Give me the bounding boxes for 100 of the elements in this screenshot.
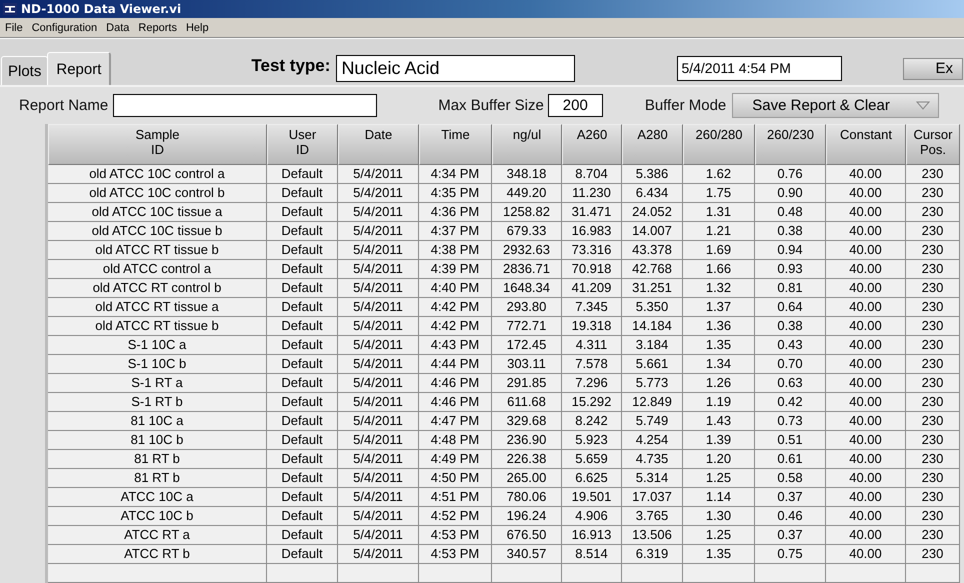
column-header[interactable]: A260 (562, 124, 622, 165)
table-cell: 5.314 (622, 469, 683, 488)
buffer-mode-label: Buffer Mode (644, 97, 726, 114)
column-header[interactable]: A280 (622, 124, 683, 165)
table-cell: 4:44 PM (419, 355, 492, 374)
column-header[interactable]: Constant (826, 124, 906, 165)
column-header[interactable]: 260/230 (755, 124, 826, 165)
table-cell: 0.37 (755, 526, 826, 545)
column-header[interactable]: Date (338, 124, 419, 165)
table-cell: 4:39 PM (419, 260, 492, 279)
table-cell: 1.35 (683, 336, 755, 355)
table-cell: 172.45 (492, 336, 562, 355)
table-cell: 4.311 (562, 336, 622, 355)
table-cell: 4:35 PM (419, 184, 492, 203)
table-cell: 303.11 (492, 355, 562, 374)
table-cell: 5.386 (622, 165, 683, 184)
table-cell: 40.00 (826, 241, 906, 260)
window-title: ND-1000 Data Viewer.vi (21, 2, 182, 16)
table-cell: 5/4/2011 (338, 355, 419, 374)
table-cell: 291.85 (492, 374, 562, 393)
table-cell: 1648.34 (492, 279, 562, 298)
exit-button[interactable]: Ex (903, 58, 964, 80)
table-cell: Default (267, 450, 338, 469)
table-cell: 40.00 (826, 355, 906, 374)
column-header[interactable]: User ID (267, 124, 338, 165)
table-cell: 0.42 (755, 393, 826, 412)
table-cell: 340.57 (492, 545, 562, 564)
table-cell: 226.38 (492, 450, 562, 469)
table-cell: Default (267, 374, 338, 393)
table-cell: 5/4/2011 (338, 526, 419, 545)
test-type-field[interactable]: Nucleic Acid (336, 55, 576, 82)
table-cell: 6.319 (622, 545, 683, 564)
table-cell: old ATCC 10C tissue a (48, 203, 267, 222)
max-buffer-size-field[interactable]: 200 (548, 94, 603, 117)
table-cell: 81 10C b (48, 431, 267, 450)
column-header[interactable]: 260/280 (683, 124, 755, 165)
table-cell: 4:34 PM (419, 165, 492, 184)
buffer-mode-dropdown[interactable]: Save Report & Clear (732, 93, 940, 118)
table-cell: 0.51 (755, 431, 826, 450)
table-cell: Default (267, 526, 338, 545)
report-name-field[interactable] (113, 94, 378, 117)
table-cell: 230 (906, 279, 960, 298)
column-header[interactable]: Cursor Pos. (906, 124, 960, 165)
table-cell: 230 (906, 260, 960, 279)
table-cell: 16.913 (562, 526, 622, 545)
table-cell: 230 (906, 336, 960, 355)
table-cell: 5/4/2011 (338, 184, 419, 203)
table-cell: old ATCC 10C control a (48, 165, 267, 184)
table-cell: old ATCC RT tissue a (48, 298, 267, 317)
max-buffer-size-label: Max Buffer Size (438, 97, 544, 114)
table-cell: 5/4/2011 (338, 222, 419, 241)
datetime-field[interactable]: 5/4/2011 4:54 PM (677, 56, 842, 81)
table-cell: 3.184 (622, 336, 683, 355)
menu-item[interactable]: File (5, 22, 23, 34)
column-header[interactable]: ng/ul (492, 124, 562, 165)
table-cell: 7.296 (562, 374, 622, 393)
table-cell: 17.037 (622, 488, 683, 507)
table-cell: 14.007 (622, 222, 683, 241)
tab[interactable]: Plots (1, 56, 48, 85)
table-cell: 1.19 (683, 393, 755, 412)
table-cell: Default (267, 317, 338, 336)
table-cell: 0.63 (755, 374, 826, 393)
table-cell: 4:36 PM (419, 203, 492, 222)
column-header[interactable]: Time (419, 124, 492, 165)
table-cell: 40.00 (826, 279, 906, 298)
table-cell: 0.61 (755, 450, 826, 469)
table-cell: ATCC RT a (48, 526, 267, 545)
table-cell: 0.73 (755, 412, 826, 431)
table-cell: Default (267, 507, 338, 526)
table-cell: 81 10C a (48, 412, 267, 431)
table-cell: 81 RT b (48, 450, 267, 469)
menu-item[interactable]: Help (186, 22, 209, 34)
table-cell: 8.704 (562, 165, 622, 184)
menu-item[interactable]: Data (106, 22, 130, 34)
table-cell: 5/4/2011 (338, 260, 419, 279)
table-cell: 1.14 (683, 488, 755, 507)
table-cell: Default (267, 222, 338, 241)
table-cell: 230 (906, 317, 960, 336)
table-cell: 265.00 (492, 469, 562, 488)
table-cell: 16.983 (562, 222, 622, 241)
table-cell: 449.20 (492, 184, 562, 203)
table-cell: 329.68 (492, 412, 562, 431)
table-cell: 4:42 PM (419, 317, 492, 336)
table-cell: 42.768 (622, 260, 683, 279)
table-cell: 40.00 (826, 298, 906, 317)
column-header[interactable]: Sample ID (48, 124, 267, 165)
tab[interactable]: Report (47, 52, 112, 85)
table-cell: Default (267, 545, 338, 564)
table-cell: 3.765 (622, 507, 683, 526)
menu-item[interactable]: Reports (138, 22, 177, 34)
table-cell: 5/4/2011 (338, 412, 419, 431)
table-cell: S-1 10C b (48, 355, 267, 374)
table-cell: 4:49 PM (419, 450, 492, 469)
table-cell: 348.18 (492, 165, 562, 184)
table-cell: 12.849 (622, 393, 683, 412)
table-cell: 1.25 (683, 469, 755, 488)
table-cell: 5/4/2011 (338, 507, 419, 526)
table-cell: 4.906 (562, 507, 622, 526)
menu-item[interactable]: Configuration (32, 22, 98, 34)
table-cell: 5.749 (622, 412, 683, 431)
